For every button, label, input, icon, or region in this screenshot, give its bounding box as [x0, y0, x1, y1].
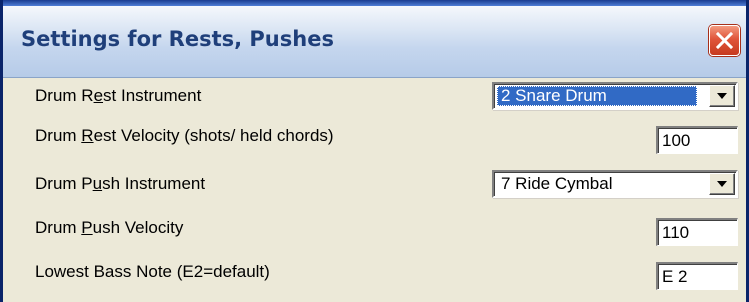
dialog-title: Settings for Rests, Pushes [21, 27, 334, 51]
setting-row-drum-push-instrument: Drum Push Instrument 7 Ride Cymbal [3, 166, 746, 210]
setting-row-drum-rest-velocity: Drum Rest Velocity (shots/ held chords) … [3, 118, 746, 162]
title-bar-edge [3, 0, 746, 6]
drum-rest-instrument-dropdown-button[interactable] [709, 85, 735, 107]
drum-rest-instrument-value: 2 Snare Drum [497, 86, 697, 106]
setting-row-drum-rest-instrument: Drum Rest Instrument 2 Snare Drum [3, 78, 746, 122]
title-bar[interactable]: Settings for Rests, Pushes [3, 0, 746, 78]
drum-push-velocity-label: Drum Push Velocity [35, 218, 184, 237]
drum-push-instrument-label: Drum Push Instrument [35, 174, 206, 193]
mnemonic-p: P [81, 218, 93, 237]
mnemonic-e: e [93, 86, 104, 105]
setting-row-lowest-bass-note: Lowest Bass Note (E2=default) E 2 [3, 254, 746, 298]
chevron-down-icon [717, 181, 727, 187]
drum-push-instrument-dropdown-button[interactable] [709, 173, 735, 195]
drum-rest-velocity-value: 100 [662, 131, 691, 150]
drum-push-instrument-dropdown[interactable]: 7 Ride Cymbal [492, 170, 738, 198]
settings-panel: Drum Rest Instrument 2 Snare Drum Drum R… [3, 78, 746, 302]
drum-rest-velocity-field[interactable]: 100 [656, 126, 738, 154]
drum-push-velocity-field[interactable]: 110 [656, 218, 738, 246]
lowest-bass-note-field[interactable]: E 2 [656, 262, 738, 290]
drum-rest-velocity-label: Drum Rest Velocity (shots/ held chords) [35, 126, 334, 145]
close-icon [715, 31, 734, 50]
lowest-bass-note-label: Lowest Bass Note (E2=default) [35, 262, 270, 281]
drum-rest-instrument-dropdown[interactable]: 2 Snare Drum [492, 82, 738, 110]
chevron-down-icon [717, 93, 727, 99]
close-button[interactable] [709, 25, 740, 56]
setting-row-drum-push-velocity: Drum Push Velocity 110 [3, 210, 746, 254]
drum-push-velocity-value: 110 [662, 223, 690, 242]
drum-rest-instrument-label: Drum Rest Instrument [35, 86, 202, 105]
lowest-bass-note-value: E 2 [662, 267, 688, 286]
settings-dialog: Settings for Rests, Pushes Drum Rest Ins… [0, 0, 749, 302]
drum-push-instrument-value: 7 Ride Cymbal [501, 174, 613, 193]
mnemonic-u: u [92, 174, 103, 193]
mnemonic-r: R [81, 126, 94, 145]
